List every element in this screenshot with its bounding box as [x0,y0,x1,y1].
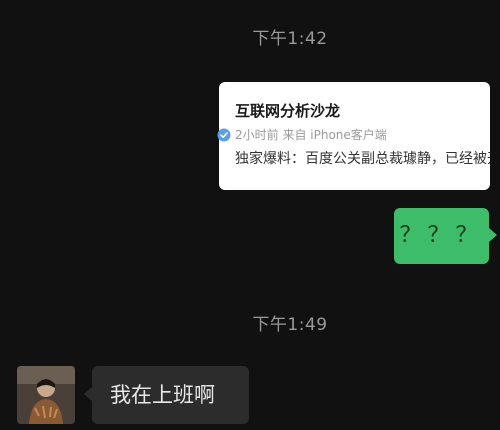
shared-card-meta: 2小时前 来自 iPhone客户端 [235,128,387,142]
message-timestamp: 下午1:49 [252,315,328,335]
incoming-message-text: 我在上班啊 [110,383,215,407]
bubble-tail [489,228,497,242]
shared-card-preview: 独家爆料：百度公关副总裁璩静，已经被开 [235,151,490,167]
message-timestamp: 下午1:42 [252,29,328,49]
outgoing-message-bubble[interactable]: ？？？ [394,208,497,264]
outgoing-message-text: ？？？ [399,223,484,248]
avatar-photo-icon [17,366,75,424]
bubble-tail [84,387,92,401]
shared-post-card[interactable]: 互联网分析沙龙 2小时前 来自 iPhone客户端 独家爆料：百度公关副总裁璩静… [219,82,490,190]
incoming-message-bubble[interactable]: 我在上班啊 [84,366,249,424]
avatar[interactable] [17,366,75,424]
shared-card-title: 互联网分析沙龙 [235,102,341,120]
verified-badge-icon [217,128,231,142]
